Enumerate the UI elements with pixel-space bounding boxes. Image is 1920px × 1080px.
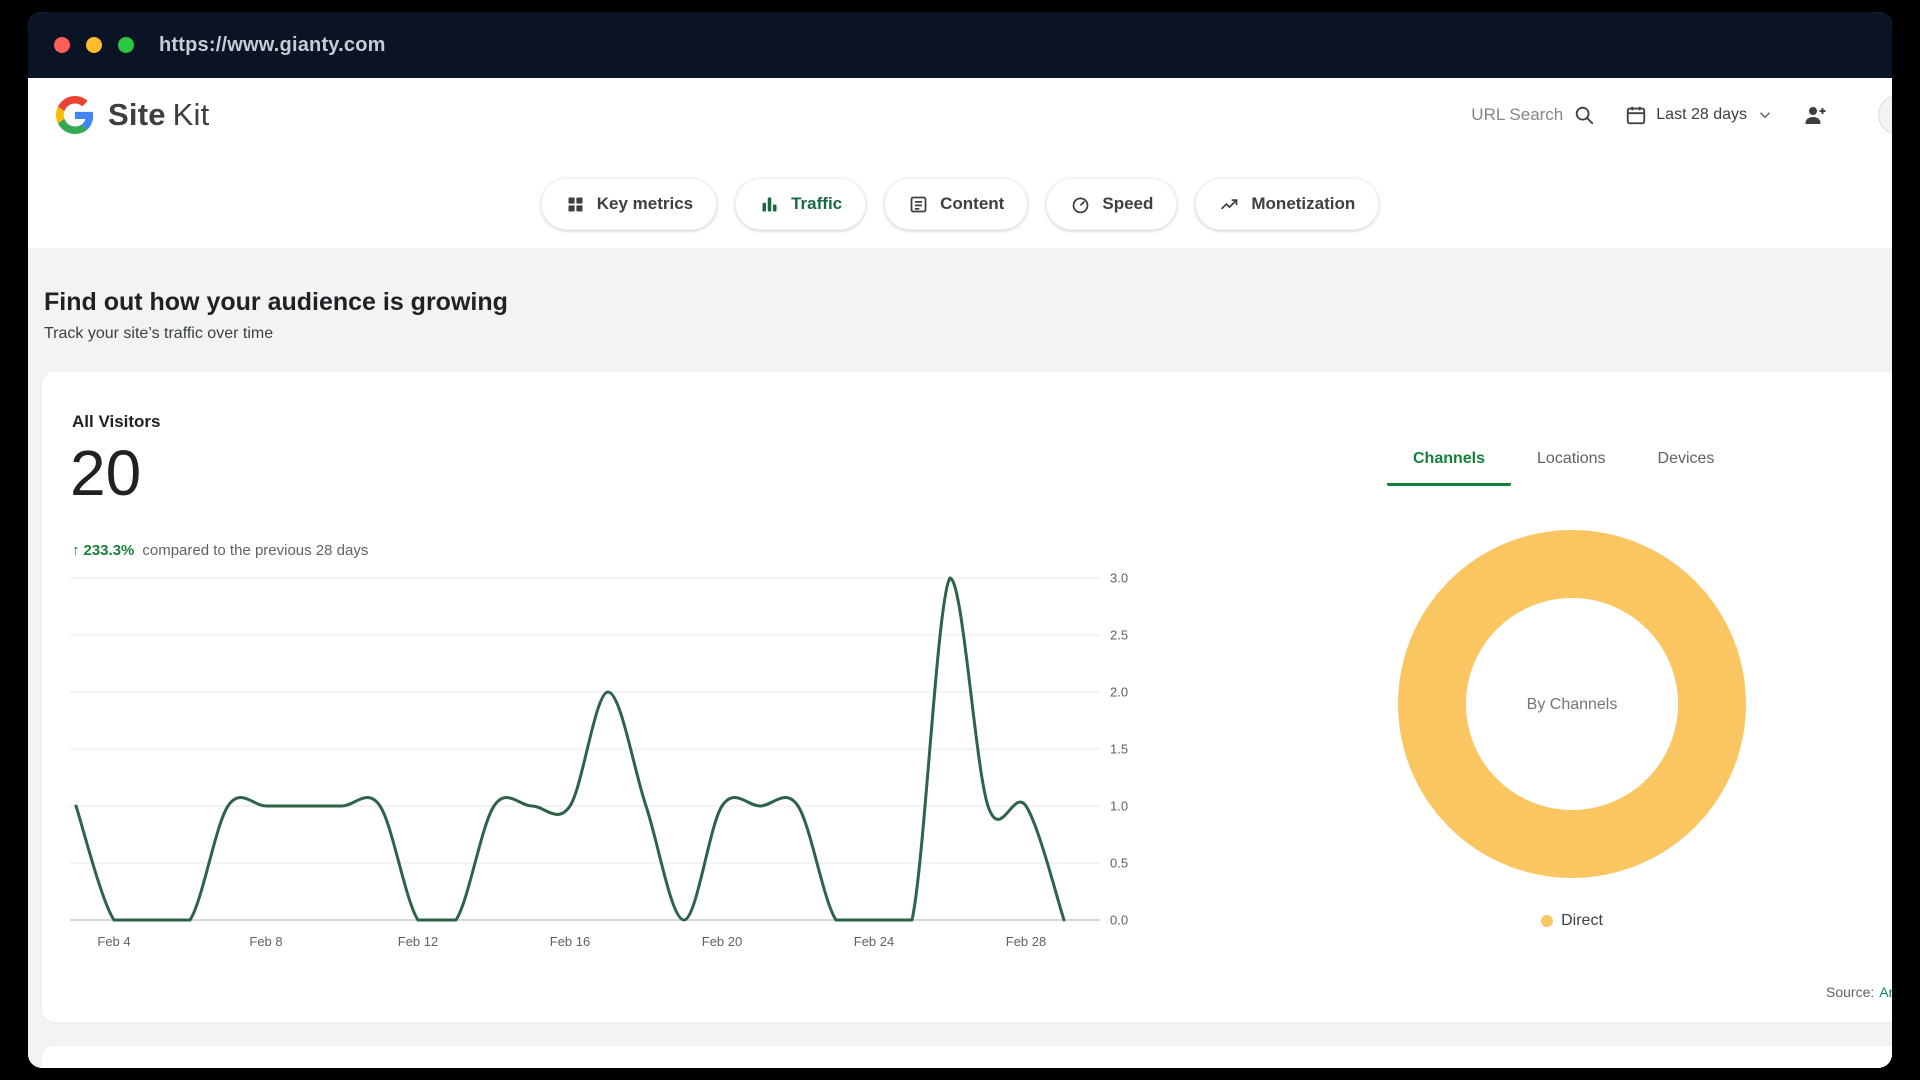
close-window-button[interactable] (54, 37, 70, 53)
fullscreen-window-button[interactable] (118, 37, 134, 53)
change-indicator: ↑ 233.3% compared to the previous 28 day… (72, 542, 368, 559)
legend-label: Direct (1561, 912, 1603, 930)
google-g-logo (56, 96, 94, 134)
trending-up-icon (1219, 194, 1240, 215)
section-nav: Key metrics Traffic Content (28, 152, 1892, 248)
tab-traffic[interactable]: Traffic (735, 178, 866, 230)
svg-text:3.0: 3.0 (1110, 571, 1128, 586)
all-visitors-card: All Visitors 20 ↑ 233.3% compared to the… (42, 372, 1892, 1022)
channels-donut-chart: By Channels (1398, 530, 1746, 878)
svg-text:Feb 24: Feb 24 (854, 934, 894, 949)
bar-chart-icon (759, 194, 780, 215)
app-header: SiteKit URL Search Last 28 days (28, 78, 1892, 152)
add-user-icon[interactable] (1804, 103, 1828, 127)
donut-center-label: By Channels (1526, 694, 1618, 715)
tab-content[interactable]: Content (884, 178, 1028, 230)
svg-text:2.5: 2.5 (1110, 628, 1128, 643)
browser-titlebar: https://www.gianty.com (28, 12, 1892, 78)
speed-icon (1070, 194, 1091, 215)
metric-label: All Visitors (72, 412, 161, 432)
svg-text:0.0: 0.0 (1110, 913, 1128, 928)
grid-icon (565, 194, 586, 215)
minimize-window-button[interactable] (86, 37, 102, 53)
svg-text:Feb 8: Feb 8 (249, 934, 282, 949)
svg-text:1.0: 1.0 (1110, 799, 1128, 814)
svg-text:Feb 28: Feb 28 (1006, 934, 1046, 949)
window-controls (54, 37, 134, 53)
arrow-up-icon: ↑ (72, 542, 80, 559)
sitekit-brand: SiteKit (56, 96, 209, 134)
change-note: compared to the previous 28 days (142, 542, 368, 559)
url-search[interactable]: URL Search (1471, 104, 1595, 126)
svg-text:Feb 12: Feb 12 (398, 934, 438, 949)
source-attribution: Source: Analytics (1826, 984, 1892, 1000)
page-title: Find out how your audience is growing (44, 286, 1892, 318)
legend-color-dot (1541, 915, 1553, 927)
change-percent: 233.3% (84, 542, 135, 559)
svg-text:2.0: 2.0 (1110, 685, 1128, 700)
visitors-line-chart: 0.0 0.5 1.0 1.5 2.0 2.5 3.0 Feb 4 Feb 8 Feb 12 Feb… (70, 568, 1190, 968)
tab-devices[interactable]: Devices (1632, 450, 1741, 486)
next-widget-card (42, 1046, 1892, 1068)
donut-legend: Direct (1492, 912, 1652, 930)
breakdown-tabs: Channels Locations Devices (1387, 450, 1740, 486)
address-bar-url[interactable]: https://www.gianty.com (159, 34, 386, 57)
source-label: Source: (1826, 984, 1874, 1000)
url-search-label: URL Search (1471, 105, 1563, 125)
svg-text:1.5: 1.5 (1110, 742, 1128, 757)
traffic-section: Find out how your audience is growing Tr… (28, 248, 1892, 1068)
avatar[interactable] (1878, 95, 1892, 135)
svg-text:Feb 4: Feb 4 (97, 934, 130, 949)
tab-monetization[interactable]: Monetization (1195, 178, 1379, 230)
article-icon (908, 194, 929, 215)
date-range-label: Last 28 days (1656, 106, 1747, 124)
svg-text:Feb 20: Feb 20 (702, 934, 742, 949)
app-title: SiteKit (108, 97, 209, 133)
tab-locations[interactable]: Locations (1511, 450, 1632, 486)
chevron-down-icon (1756, 106, 1774, 124)
browser-window: https://www.gianty.com SiteKit URL Searc… (28, 12, 1892, 1068)
tab-speed[interactable]: Speed (1046, 178, 1177, 230)
calendar-icon (1625, 104, 1647, 126)
date-range-selector[interactable]: Last 28 days (1625, 104, 1774, 126)
svg-text:Feb 16: Feb 16 (550, 934, 590, 949)
page-subtitle: Track your site’s traffic over time (44, 324, 1892, 344)
tab-channels[interactable]: Channels (1387, 450, 1511, 486)
tab-key-metrics[interactable]: Key metrics (541, 178, 717, 230)
source-analytics-link[interactable]: Analytics (1879, 984, 1892, 1000)
search-icon (1573, 104, 1595, 126)
metric-value: 20 (70, 436, 141, 510)
svg-text:0.5: 0.5 (1110, 856, 1128, 871)
